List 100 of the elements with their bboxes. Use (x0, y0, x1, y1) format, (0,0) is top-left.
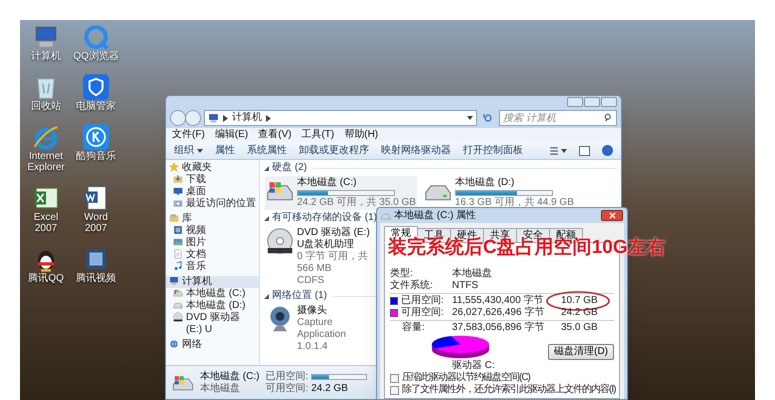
item-detail: 1.0.1.4 (297, 341, 329, 353)
desktop-shortcut[interactable]: 腾讯QQ (22, 246, 70, 284)
caret-icon (561, 148, 567, 152)
back-button[interactable] (170, 110, 186, 126)
sidebar-item[interactable]: 网络 (166, 339, 259, 351)
usage-size: 10.7 GB (561, 295, 598, 306)
desktop-shortcut[interactable]: Internet Explorer (22, 124, 70, 173)
collapse-triangle-icon[interactable] (264, 216, 269, 220)
usage-bytes: 11,555,430,400 字节 (452, 295, 545, 306)
close-button[interactable] (601, 210, 623, 221)
menu-item[interactable]: 帮助(H) (344, 129, 378, 141)
sidebar-item[interactable]: 本地磁盘 (C:) (166, 288, 259, 300)
toolbar-button[interactable]: 属性 (215, 144, 235, 156)
computer-icon (169, 276, 179, 286)
refresh-icon (483, 113, 493, 123)
capacity-size: 35.0 GB (560, 322, 599, 334)
drive-label: 驱动器 C: (452, 360, 496, 372)
document-icon (173, 249, 183, 259)
menu-item[interactable]: 查看(V) (258, 129, 292, 141)
sidebar-item[interactable]: 下载 (166, 174, 259, 186)
item-info: Capture Application (297, 317, 347, 341)
sidebar-item[interactable]: 桌面 (166, 186, 259, 198)
close-icon (608, 212, 616, 219)
item-name: 本地磁盘 (C:) (297, 177, 358, 189)
free-space-label: 可用空间: (265, 382, 308, 394)
desktop-shortcut[interactable]: 回收站 (22, 74, 70, 112)
collapse-triangle-icon[interactable] (264, 294, 269, 298)
usage-bar (311, 374, 368, 380)
desktop-shortcut[interactable]: 电脑管家 (72, 74, 120, 112)
pie-drawing (430, 334, 491, 360)
item-info: 24.2 GB 可用，共 35.0 GB (297, 197, 416, 209)
toolbar-button[interactable]: 打开控制面板 (463, 144, 523, 156)
view-options-button[interactable] (549, 146, 567, 156)
menu-item[interactable]: 文件(F) (172, 129, 205, 141)
drive-tile[interactable]: 摄像头 Capture Application 1.0.1.4 (265, 304, 378, 354)
usage-bytes: 26,027,626,496 字节 (452, 307, 546, 319)
sidebar-item[interactable]: 最近访问的位置 (166, 198, 259, 210)
recent-places-icon (173, 198, 183, 208)
checkbox-option[interactable]: 压缩此驱动器以节约磁盘空间(C) (390, 372, 614, 384)
maximize-button[interactable] (584, 97, 600, 107)
file-system-value: NTFS (452, 280, 478, 292)
sidebar-item[interactable]: 文档 (166, 249, 259, 261)
e-logo-icon (33, 124, 59, 150)
desktop-shortcut[interactable]: 腾讯视频 (72, 246, 120, 284)
q-logo-icon (83, 24, 109, 50)
used-space-label: 已用空间: (265, 370, 308, 382)
sidebar-item[interactable]: 计算机 (166, 276, 259, 288)
minimize-button[interactable] (567, 97, 583, 107)
help-button[interactable] (602, 145, 613, 156)
toolbar-button[interactable]: 系统属性 (247, 144, 287, 156)
menu-item[interactable]: 工具(T) (301, 129, 334, 141)
chevron-icon (223, 114, 228, 122)
network-icon (169, 339, 179, 349)
usage-label: 已用空间: (401, 295, 445, 306)
sidebar-item[interactable]: 视频 (166, 225, 259, 237)
collapse-triangle-icon[interactable] (264, 166, 269, 170)
spreadsheet-icon (33, 185, 59, 211)
forward-button[interactable] (185, 110, 201, 126)
caret-icon (197, 148, 203, 152)
shield-icon (83, 74, 109, 100)
music-note-icon (173, 261, 183, 271)
toolbar-button[interactable]: 组织 (174, 144, 203, 156)
sidebar-item[interactable]: 本地磁盘 (D:) (166, 300, 259, 312)
drive-tile[interactable]: DVD 驱动器 (E:) U盘装机助理 0 字节 可用，共 566 MB CDFS (265, 226, 378, 288)
desktop-shortcut[interactable]: 酷狗音乐 (72, 124, 120, 173)
search-field[interactable]: 搜索 计算机 (499, 110, 617, 126)
disk-cleanup-button[interactable]: 磁盘清理(D) (548, 344, 614, 360)
checkbox[interactable] (390, 386, 399, 394)
sidebar-item[interactable]: 图片 (166, 237, 259, 249)
menu-item[interactable]: 编辑(E) (214, 129, 248, 141)
address-crumb[interactable]: 计算机 (232, 112, 262, 124)
word-document-icon (83, 185, 109, 211)
drive-tile[interactable]: 本地磁盘 (C:) 24.2 GB 可用，共 35.0 GB (265, 176, 417, 210)
group-heading: 网络位置 (1) (272, 290, 327, 302)
desktop-shortcut[interactable]: Word 2007 (72, 185, 120, 234)
item-info: 0 字节 可用，共 566 MB (297, 251, 370, 275)
sidebar-item[interactable]: 收藏夹 (166, 162, 259, 174)
toolbar-button[interactable]: 映射网络驱动器 (381, 144, 451, 156)
sidebar-item[interactable]: 库 (166, 213, 259, 225)
system-drive-icon (173, 288, 183, 298)
item-name: DVD 驱动器 (E:) U盘装机助理 (297, 227, 371, 250)
preview-pane-button[interactable] (579, 146, 590, 156)
caret-icon (467, 116, 473, 120)
item-info: 16.3 GB 可用，共 44.9 GB (454, 197, 574, 209)
item-name: 摄像头 (297, 305, 328, 317)
desktop-shortcut[interactable]: Excel 2007 (22, 185, 70, 234)
drive-tile[interactable]: 本地磁盘 (D:) 16.3 GB 可用，共 44.9 GB (422, 176, 575, 210)
star-icon (169, 162, 179, 172)
sidebar-item[interactable]: 音乐 (166, 261, 259, 273)
item-detail: CDFS (297, 275, 326, 287)
checkbox-option[interactable]: 除了文件属性外，还允许索引此驱动器上文件的内容(I) (390, 384, 614, 396)
address-bar[interactable]: 计算机 (204, 110, 477, 126)
group-heading: 硬盘 (2) (272, 162, 307, 174)
toolbar-button[interactable]: 卸载或更改程序 (299, 144, 369, 156)
computer-icon (33, 24, 59, 50)
sidebar-item[interactable]: DVD 驱动器 (E:) U (166, 312, 259, 336)
group-heading: 有可移动存储的设备 (1) (272, 212, 377, 224)
checkbox[interactable] (390, 374, 399, 382)
download-folder-icon (173, 174, 183, 184)
file-system-label: 文件系统: (390, 280, 434, 292)
